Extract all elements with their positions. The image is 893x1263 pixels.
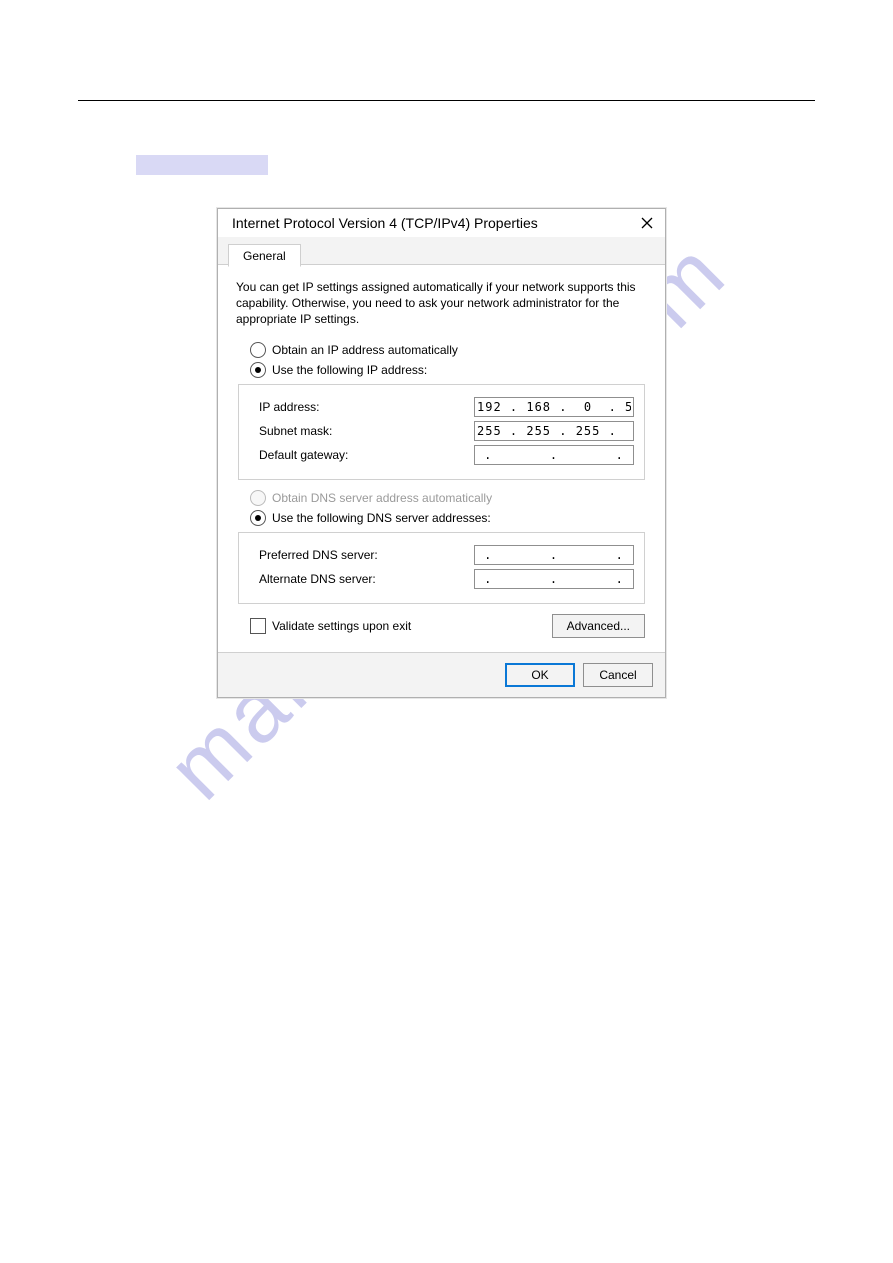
subnet-mask-label: Subnet mask: (249, 424, 474, 438)
ip-address-input[interactable] (474, 397, 634, 417)
radio-use-dns-manual-label: Use the following DNS server addresses: (272, 511, 491, 525)
tab-general[interactable]: General (228, 244, 301, 267)
horizontal-rule (78, 100, 815, 101)
radio-use-ip-manual[interactable] (250, 362, 266, 378)
radio-use-ip-manual-label: Use the following IP address: (272, 363, 427, 377)
dialog-footer: OK Cancel (218, 652, 665, 697)
preferred-dns-label: Preferred DNS server: (249, 548, 474, 562)
dialog-titlebar: Internet Protocol Version 4 (TCP/IPv4) P… (218, 209, 665, 237)
dialog-body: You can get IP settings assigned automat… (218, 265, 665, 652)
default-gateway-label: Default gateway: (249, 448, 474, 462)
ok-button[interactable]: OK (505, 663, 575, 687)
close-icon[interactable] (639, 215, 655, 231)
description-text: You can get IP settings assigned automat… (236, 279, 647, 328)
default-gateway-input[interactable] (474, 445, 634, 465)
dialog-title: Internet Protocol Version 4 (TCP/IPv4) P… (232, 215, 538, 231)
preferred-dns-input[interactable] (474, 545, 634, 565)
figure-label-highlight (136, 155, 268, 175)
radio-obtain-dns-auto-label: Obtain DNS server address automatically (272, 491, 492, 505)
dns-group: Obtain DNS server address automatically … (250, 490, 647, 526)
validate-checkbox-label: Validate settings upon exit (272, 619, 411, 633)
radio-obtain-ip-auto[interactable] (250, 342, 266, 358)
bottom-row: Validate settings upon exit Advanced... (250, 614, 645, 638)
ipv4-properties-dialog: Internet Protocol Version 4 (TCP/IPv4) P… (217, 208, 666, 698)
alternate-dns-input[interactable] (474, 569, 634, 589)
subnet-mask-input[interactable] (474, 421, 634, 441)
advanced-button[interactable]: Advanced... (552, 614, 645, 638)
tabstrip: General (218, 237, 665, 265)
radio-use-dns-manual[interactable] (250, 510, 266, 526)
radio-obtain-ip-auto-label: Obtain an IP address automatically (272, 343, 458, 357)
radio-obtain-dns-auto (250, 490, 266, 506)
dns-fieldset: Preferred DNS server: Alternate DNS serv… (238, 532, 645, 604)
ip-fieldset: IP address: Subnet mask: Default gateway… (238, 384, 645, 480)
ip-address-label: IP address: (249, 400, 474, 414)
validate-checkbox[interactable] (250, 618, 266, 634)
ip-address-group: Obtain an IP address automatically Use t… (250, 342, 647, 378)
validate-checkbox-row: Validate settings upon exit (250, 618, 411, 634)
alternate-dns-label: Alternate DNS server: (249, 572, 474, 586)
cancel-button[interactable]: Cancel (583, 663, 653, 687)
